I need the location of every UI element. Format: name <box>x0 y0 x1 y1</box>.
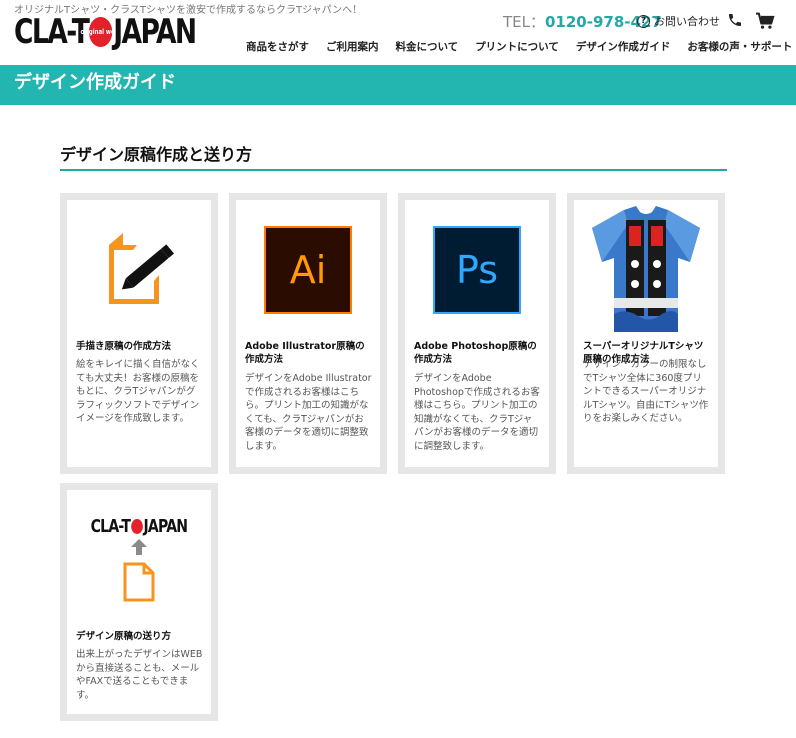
nav-item-guide[interactable]: ご利用案内 <box>326 39 379 54</box>
card-thumb: Ps <box>405 200 549 340</box>
section-title: デザイン原稿作成と送り方 <box>60 145 253 164</box>
card-description: 出来上がったデザインはWEBから直接送ることも、メールやFAXで送ることもできま… <box>76 649 203 701</box>
card-illustrator[interactable]: Ai Adobe Illustrator原稿の作成方法 デザインをAdobe I… <box>229 193 387 474</box>
site-logo[interactable]: CLA-T original wear JAPAN <box>14 12 247 52</box>
tshirt-image <box>592 206 700 332</box>
contact-label: お問い合わせ <box>654 15 720 28</box>
cart-icon[interactable] <box>755 12 775 34</box>
page-banner: デザイン作成ガイド <box>0 65 796 105</box>
question-icon: ? <box>637 14 650 28</box>
card-handdrawn[interactable]: 手描き原稿の作成方法 絵をキレイに描く自信がなくても大丈夫！お客様の原稿をもとに… <box>60 193 218 474</box>
card-thumb <box>67 200 211 340</box>
nav-item-products[interactable]: 商品をさがす <box>246 39 309 54</box>
card-thumb: CLA-T JAPAN <box>67 490 211 628</box>
logo-dot <box>131 518 143 534</box>
card-description: デザインをAdobe Photoshopで作成されるお客様はこちら。プリント加工… <box>414 373 540 452</box>
photoshop-icon: Ps <box>433 226 521 314</box>
mini-logo-left: CLA-T <box>90 515 131 537</box>
nav-item-print[interactable]: プリントについて <box>475 39 559 54</box>
card-title: 手描き原稿の作成方法 <box>76 341 172 352</box>
card-thumb: Ai <box>236 200 380 340</box>
page-title: デザイン作成ガイド <box>14 72 176 93</box>
card-title: Adobe Illustrator原稿の作成方法 <box>245 341 365 365</box>
card-thumb <box>574 200 718 340</box>
mini-logo-right: JAPAN <box>143 515 188 537</box>
main-nav: 商品をさがす ご利用案内 料金について プリントについて デザイン作成ガイド お… <box>246 39 792 54</box>
nav-item-support[interactable]: お客様の声・サポート <box>687 39 792 54</box>
tel-label: TEL： <box>503 13 545 31</box>
illustrator-icon: Ai <box>264 226 352 314</box>
pencil-document-icon <box>109 233 175 304</box>
card-title: デザイン原稿の送り方 <box>76 631 172 642</box>
card-description: デザイン・カラーの制限なしでTシャツ全体に360度プリントできるスーパーオリジナ… <box>583 359 709 424</box>
nav-item-pricing[interactable]: 料金について <box>396 39 459 54</box>
card-photoshop[interactable]: Ps Adobe Photoshop原稿の作成方法 デザインをAdobe Pho… <box>398 193 556 474</box>
cla-t-japan-logo: CLA-T JAPAN <box>91 516 188 537</box>
card-title: Adobe Photoshop原稿の作成方法 <box>414 341 537 365</box>
logo-text-left: CLA-T <box>14 12 90 52</box>
logo-badge: original wear <box>80 17 121 47</box>
nav-item-design-guide[interactable]: デザイン作成ガイド <box>576 39 671 54</box>
logo-text-right: JAPAN <box>113 12 197 52</box>
phone-icon[interactable] <box>727 12 743 32</box>
card-description: デザインをAdobe Illustratorで作成されるお客様はこちら。プリント… <box>245 373 372 452</box>
card-sending[interactable]: CLA-T JAPAN デザイン原稿の送り方 出来上がったデザインはWEBから直… <box>60 483 218 721</box>
section-divider <box>60 169 727 171</box>
card-description: 絵をキレイに描く自信がなくても大丈夫！お客様の原稿をもとに、クラTジャパンがグラ… <box>76 359 200 424</box>
card-super-original[interactable]: スーパーオリジナルTシャツ原稿の作成方法 デザイン・カラーの制限なしでTシャツ全… <box>567 193 725 474</box>
upload-arrow-icon <box>130 538 147 555</box>
document-icon <box>123 562 155 601</box>
contact-link[interactable]: ? お問い合わせ <box>637 13 720 29</box>
